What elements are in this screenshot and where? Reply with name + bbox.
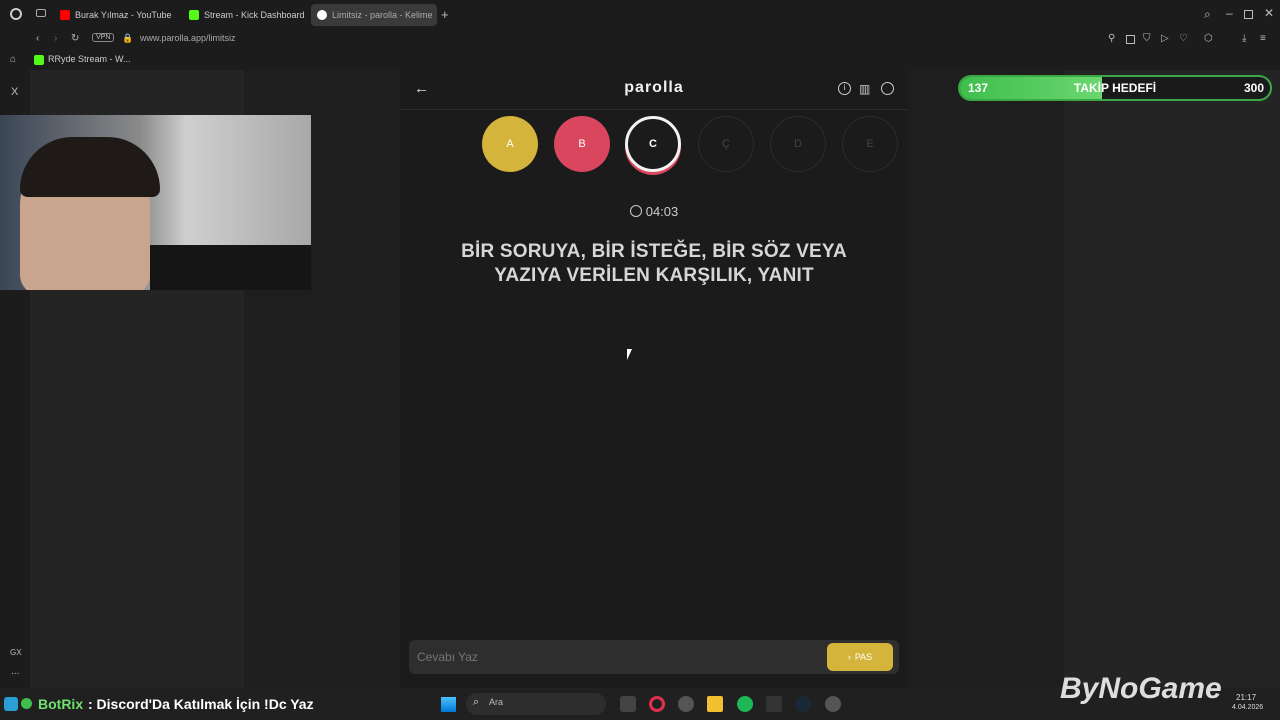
goal-label: TAKİP HEDEFİ [1073,81,1157,95]
timer: 04:03 [400,204,908,219]
snapshot-icon[interactable] [1126,35,1135,44]
url-field[interactable]: www.parolla.app/limitsiz [140,33,236,43]
follow-goal-bar: 137 TAKİP HEDEFİ 300 [958,75,1272,101]
easy-setup-icon[interactable]: ≡ [1260,33,1266,44]
bot-name: BotRix [38,696,84,712]
folder-icon[interactable] [707,696,723,712]
letter-c-current: C [625,116,681,172]
chevron-right-icon: › [847,652,851,662]
download-icon[interactable]: ⤓ [1242,33,1246,44]
answer-bar: › PAS [409,640,899,674]
pin-icon[interactable]: ⚲ [1108,33,1115,44]
player-icon[interactable]: ▷ [1161,33,1169,44]
maximize-icon[interactable] [1244,10,1253,19]
heart-icon[interactable]: ♡ [1179,33,1188,44]
youtube-icon [60,10,70,20]
question-text: BİR SORUYA, BİR İSTEĞE, BİR SÖZ VEYA YAZ… [430,240,878,288]
gx-icon[interactable]: GX [10,648,22,657]
clock-date: 4.04.2026 [1232,704,1264,711]
epic-games-icon[interactable] [766,696,782,712]
more-icon[interactable]: ... [11,666,19,677]
page-right-panel [1064,70,1280,688]
new-tab-icon[interactable]: + [441,7,449,22]
extensions-icon[interactable]: ⬡ [1204,33,1213,44]
lock-icon: 🔒 [122,33,134,43]
letter-d: D [770,116,826,172]
address-bar: ‹ › ↻ VPN 🔒 www.parolla.app/limitsiz ⚲ ⛉… [0,30,1280,50]
back-icon[interactable]: ‹ [36,33,39,44]
opera-menu-icon[interactable] [10,8,22,20]
search-label: Ara [489,697,504,707]
opera-icon[interactable] [649,696,665,712]
x-icon[interactable]: X [11,86,18,98]
question-line-1: BİR SORUYA, BİR İSTEĞE, BİR SÖZ VEYA [461,241,847,262]
bookmark-item[interactable]: RRyde Stream - W... [48,54,131,64]
spotify-icon[interactable] [737,696,753,712]
info-icon[interactable]: i [838,82,851,95]
obs-icon-2[interactable] [825,696,841,712]
minimize-icon[interactable]: – [1226,6,1233,20]
bookmarks-bar: ⌂ RRyde Stream - W... [0,50,1280,70]
letter-b: B [554,116,610,172]
stats-icon[interactable]: ▥ [859,82,870,96]
game-title: parolla [624,79,684,96]
kick-icon [189,10,199,20]
tab-youtube[interactable]: Burak Yılmaz - YouTube [54,4,178,26]
tab-label: Stream - Kick Dashboard [204,10,305,20]
tab-kick-dashboard[interactable]: Stream - Kick Dashboard [183,4,309,26]
close-icon[interactable]: ✕ [1264,6,1274,20]
goal-target: 300 [1243,81,1264,95]
botrix-icon [4,697,18,711]
letter-a: A [482,116,538,172]
obs-icon[interactable] [678,696,694,712]
letter-e: E [842,116,898,172]
kick-icon [34,55,44,65]
windows-taskbar: BotRix : Discord'Da Katılmak İçin !Dc Ya… [0,672,1280,720]
parolla-game: ← parolla i ▥ A B C Ç D E 04:03 BİR SORU… [400,70,908,688]
reload-icon[interactable]: ↻ [71,33,79,44]
check-icon [21,698,32,709]
search-icon: ⌕ [473,696,480,708]
taskview-icon[interactable] [620,696,636,712]
clock-time: 21:17 [1236,693,1257,702]
webcam-overlay [0,115,311,290]
tab-overview-icon[interactable] [36,9,46,17]
steam-icon[interactable] [795,696,811,712]
game-header: ← parolla i ▥ [400,70,908,110]
forward-icon[interactable]: › [54,33,57,44]
start-icon[interactable] [441,697,456,712]
search-tabs-icon[interactable]: ⌕ [1204,7,1211,22]
taskbar-search[interactable]: ⌕ Ara [466,693,606,715]
letter-c-cedilla: Ç [698,116,754,172]
browser-tab-bar: Burak Yılmaz - YouTube Stream - Kick Das… [0,0,1280,30]
webcam-shirt [150,245,311,290]
timer-value: 04:03 [645,204,679,219]
pass-button[interactable]: › PAS [827,643,893,671]
page-right-gutter [908,70,1064,688]
clock-icon [629,205,642,217]
shield-icon[interactable]: ⛉ [1143,33,1151,44]
bot-message: : Discord'Da Katılmak İçin !Dc Yaz [88,696,314,712]
question-line-2: YAZIYA VERİLEN KARŞILIK, YANIT [494,265,814,286]
mouse-cursor-icon [627,349,637,360]
answer-input[interactable] [417,647,817,667]
pass-label: PAS [854,652,873,662]
parolla-icon [317,10,327,20]
tab-label: Burak Yılmaz - YouTube [75,10,172,20]
tab-parolla[interactable]: Limitsiz - parolla - Kelime [311,4,437,26]
bookmark-folder-icon[interactable]: ⌂ [10,54,16,65]
watermark-logo: ByNoGame [1060,672,1222,705]
tab-label: Limitsiz - parolla - Kelime [332,10,433,20]
vpn-badge[interactable]: VPN [92,33,115,42]
profile-icon[interactable] [881,82,894,95]
